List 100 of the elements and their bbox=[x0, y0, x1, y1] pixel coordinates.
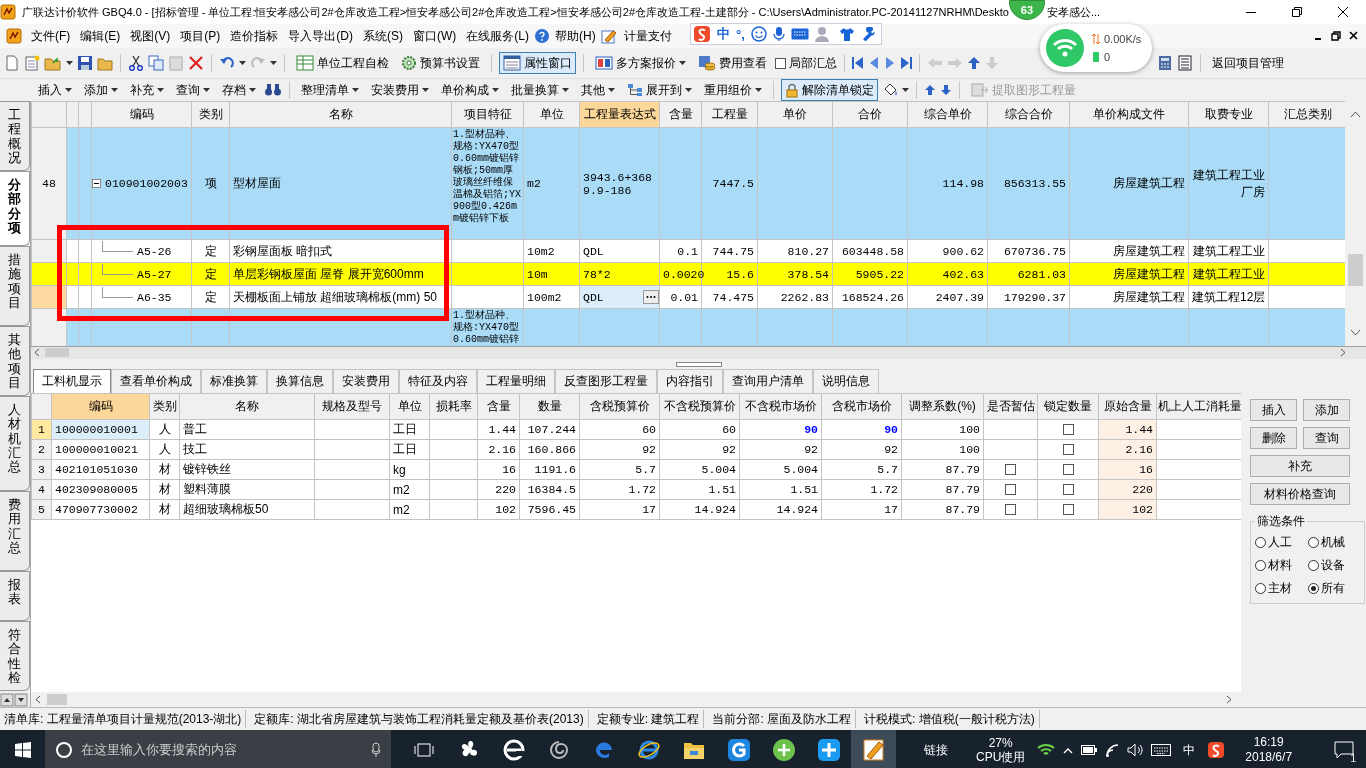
column-header[interactable]: 原始含量 bbox=[1098, 393, 1157, 420]
dropdown-button[interactable]: 整理清单 bbox=[297, 79, 363, 101]
toolbar-button[interactable]: 返回项目管理 bbox=[1208, 52, 1288, 74]
menu-item[interactable]: 帮助(H) bbox=[550, 25, 601, 47]
column-header[interactable]: 损耗率 bbox=[429, 393, 478, 420]
side-tab[interactable]: 工程概况 bbox=[0, 101, 30, 171]
column-header[interactable]: 项目特征 bbox=[451, 101, 524, 128]
side-button[interactable]: 查询 bbox=[1303, 427, 1350, 449]
dropdown-button[interactable]: 安装费用 bbox=[367, 79, 433, 101]
radio-option[interactable]: 材料 bbox=[1255, 557, 1308, 574]
notification-button[interactable]: 1 bbox=[1321, 730, 1366, 768]
side-tab[interactable]: 人材机汇总 bbox=[0, 396, 30, 491]
menu-item[interactable]: 造价指标 bbox=[225, 25, 284, 47]
menu-item[interactable]: 窗口(W) bbox=[408, 25, 462, 47]
side-button[interactable]: 补充 bbox=[1250, 455, 1350, 477]
menu-item[interactable]: 项目(P) bbox=[175, 25, 226, 47]
dropdown-button[interactable]: 插入 bbox=[34, 79, 76, 101]
column-header[interactable]: 规格及型号 bbox=[314, 393, 390, 420]
tab[interactable]: 查看单价构成 bbox=[111, 369, 201, 393]
side-tab[interactable]: 报表 bbox=[0, 571, 30, 621]
column-header[interactable]: 单位 bbox=[389, 393, 430, 420]
toolbar-button[interactable]: 预算书设置 bbox=[397, 52, 484, 74]
radio-option[interactable]: 设备 bbox=[1307, 557, 1360, 574]
tab[interactable]: 说明信息 bbox=[813, 369, 879, 393]
column-header[interactable]: 类别 bbox=[191, 101, 230, 128]
column-header[interactable]: 工程量 bbox=[701, 101, 758, 128]
column-header[interactable]: 综合单价 bbox=[907, 101, 988, 128]
side-button[interactable]: 添加 bbox=[1303, 399, 1350, 421]
column-header[interactable]: 单位 bbox=[523, 101, 580, 128]
tab[interactable]: 内容指引 bbox=[657, 369, 723, 393]
row-number[interactable]: 3 bbox=[31, 459, 52, 480]
column-header[interactable]: 类别 bbox=[149, 393, 180, 420]
radio-option[interactable]: 主材 bbox=[1255, 580, 1308, 597]
column-header[interactable]: 单价 bbox=[757, 101, 833, 128]
dropdown-button[interactable]: 批量换算 bbox=[507, 79, 573, 101]
toolbar-button[interactable]: 解除清单锁定 bbox=[781, 79, 878, 101]
menu-item[interactable]: 视图(V) bbox=[125, 25, 176, 47]
input-method-indicator[interactable]: 中 bbox=[1179, 741, 1200, 759]
menu-item[interactable]: 导入导出(D) bbox=[283, 25, 358, 47]
toolbar-button[interactable]: 多方案报价 bbox=[591, 52, 690, 74]
toolbar-label[interactable]: 链接 bbox=[916, 741, 956, 759]
menu-item[interactable]: 文件(F) bbox=[26, 25, 76, 47]
tab[interactable]: 工料机显示 bbox=[33, 369, 111, 393]
column-header[interactable]: 名称 bbox=[179, 393, 315, 420]
column-header[interactable]: 合价 bbox=[832, 101, 908, 128]
column-header[interactable]: 锁定数量 bbox=[1037, 393, 1099, 420]
row-number[interactable]: 5 bbox=[31, 499, 52, 520]
dropdown-button[interactable]: 其他 bbox=[577, 79, 619, 101]
dropdown-button[interactable]: 查询 bbox=[172, 79, 214, 101]
column-header[interactable]: 综合合价 bbox=[987, 101, 1070, 128]
punctuation-button[interactable]: °, bbox=[736, 26, 745, 42]
search-field[interactable]: 在这里输入你要搜索的内容 bbox=[45, 730, 391, 768]
dropdown-button[interactable]: 展开到 bbox=[623, 79, 696, 101]
clock[interactable]: 16:19 2018/6/7 bbox=[1235, 735, 1303, 765]
side-button[interactable]: 删除 bbox=[1250, 427, 1297, 449]
dropdown-button[interactable]: 存档 bbox=[218, 79, 260, 101]
row-number[interactable]: 1 bbox=[31, 419, 52, 440]
column-header[interactable]: 调整系数(%) bbox=[901, 393, 984, 420]
column-header[interactable]: 编码 bbox=[91, 101, 192, 128]
side-tab[interactable]: 其他项目 bbox=[0, 326, 30, 396]
column-header[interactable]: 不含税市场价 bbox=[739, 393, 822, 420]
dropdown-button[interactable]: 单价构成 bbox=[437, 79, 503, 101]
table-row[interactable]: A6-35 定 天棚板面上铺放 超细玻璃棉板(mm) 50 100m2 QDL 0.01 74.475 2262.83 168524.26 2407.39 179290.37 房屋建筑工程 建筑工程12层 bbox=[31, 285, 1345, 309]
side-tab[interactable]: 符合性检 bbox=[0, 621, 30, 691]
tab[interactable]: 换算信息 bbox=[267, 369, 333, 393]
column-header[interactable]: 含税市场价 bbox=[821, 393, 902, 420]
menu-item[interactable]: 计量支付 bbox=[618, 25, 677, 47]
side-tab[interactable]: 措施项目 bbox=[0, 246, 30, 326]
column-header[interactable]: 汇总类别 bbox=[1268, 101, 1345, 128]
column-header[interactable]: 数量 bbox=[519, 393, 580, 420]
tab[interactable]: 安装费用 bbox=[333, 369, 399, 393]
side-tab[interactable]: 费用汇总 bbox=[0, 491, 30, 571]
tab[interactable]: 查询用户清单 bbox=[723, 369, 813, 393]
tab[interactable]: 特征及内容 bbox=[399, 369, 477, 393]
row-number[interactable]: 4 bbox=[31, 479, 52, 500]
toolbar-button[interactable]: 单位工程自检 bbox=[292, 52, 393, 74]
column-header[interactable]: 含量 bbox=[659, 101, 702, 128]
tab[interactable]: 工程量明细 bbox=[477, 369, 555, 393]
radio-option[interactable]: 所有 bbox=[1307, 580, 1360, 597]
radio-option[interactable]: 人工 bbox=[1255, 534, 1308, 551]
tab[interactable]: 标准换算 bbox=[201, 369, 267, 393]
radio-option[interactable]: 机械 bbox=[1307, 534, 1360, 551]
column-header[interactable]: 名称 bbox=[229, 101, 452, 128]
menu-item[interactable]: 系统(S) bbox=[358, 25, 408, 47]
column-header[interactable]: 含税预算价 bbox=[579, 393, 660, 420]
column-header[interactable]: 不含税预算价 bbox=[659, 393, 740, 420]
dropdown-button[interactable]: 添加 bbox=[80, 79, 122, 101]
column-header[interactable]: 取费专业 bbox=[1188, 101, 1269, 128]
column-header[interactable]: 含量 bbox=[477, 393, 520, 420]
side-button[interactable]: 插入 bbox=[1250, 399, 1297, 421]
side-tab[interactable]: 分部分项 bbox=[0, 171, 30, 246]
column-header[interactable]: 单价构成文件 bbox=[1069, 101, 1189, 128]
menu-item[interactable]: 在线服务(L) bbox=[461, 25, 534, 47]
dropdown-button[interactable]: 重用组价 bbox=[700, 79, 766, 101]
tab[interactable]: 反查图形工程量 bbox=[555, 369, 657, 393]
column-header[interactable]: 编码 bbox=[51, 393, 150, 420]
dropdown-button[interactable]: 补充 bbox=[126, 79, 168, 101]
column-header[interactable]: 工程量表达式 bbox=[579, 101, 660, 128]
toolbar-button[interactable]: 属性窗口 bbox=[499, 52, 576, 74]
table-row[interactable]: 1.型材品种、规格:YX470型0.60mm镀铝锌 bbox=[31, 308, 1345, 346]
